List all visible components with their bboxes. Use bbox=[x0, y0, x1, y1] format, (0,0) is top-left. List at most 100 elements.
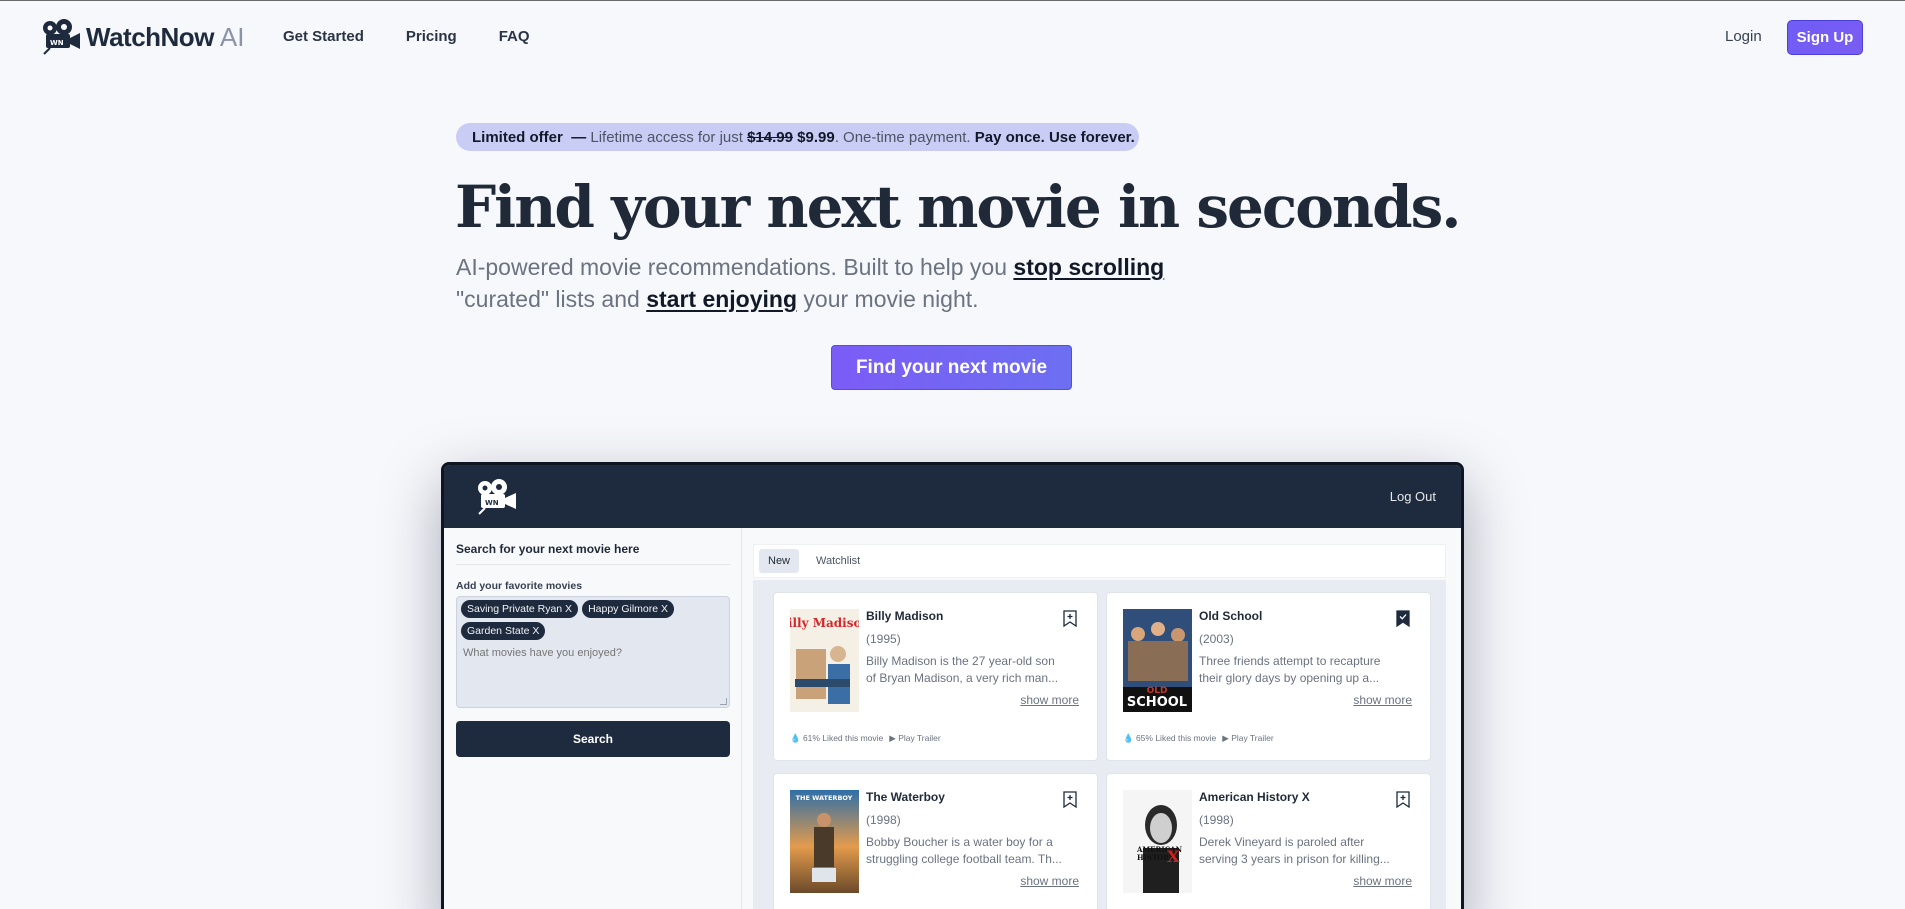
offer-new-price: $9.99 bbox=[797, 128, 835, 146]
movie-description: Derek Vineyard is paroled after serving … bbox=[1199, 834, 1412, 868]
tab-new[interactable]: New bbox=[759, 549, 800, 573]
hero-sub-emphasis-1: stop scrolling bbox=[1013, 254, 1165, 280]
movie-year: (1998) bbox=[866, 813, 901, 827]
trailer-text: Play Trailer bbox=[1231, 733, 1274, 743]
brand-name: WatchNow bbox=[86, 21, 214, 52]
movie-title: Old School bbox=[1199, 609, 1263, 623]
find-movie-button[interactable]: Find your next movie bbox=[831, 345, 1072, 390]
show-more-link[interactable]: show more bbox=[1020, 874, 1079, 888]
svg-text:WN: WN bbox=[485, 499, 499, 507]
movie-chip[interactable]: Garden State X bbox=[461, 622, 546, 640]
movie-poster[interactable]: THE WATERBOY bbox=[790, 790, 859, 893]
tab-watchlist[interactable]: Watchlist bbox=[807, 549, 869, 573]
movie-card: SCHOOL OLD Old School (2003) Three frien… bbox=[1106, 592, 1431, 761]
svg-text:WN: WN bbox=[50, 39, 64, 47]
nav-link-faq[interactable]: FAQ bbox=[499, 28, 530, 45]
brand-suffix: AI bbox=[219, 21, 245, 52]
movie-meta: 💧 65% Liked this movie ▶ Play Trailer bbox=[1123, 733, 1274, 744]
movie-poster[interactable]: Billy Madison bbox=[790, 609, 859, 712]
bookmark-saved-icon[interactable] bbox=[1396, 610, 1410, 627]
play-trailer-link[interactable]: ▶ Play Trailer bbox=[1222, 733, 1273, 744]
offer-text-2: . One-time payment. bbox=[834, 128, 971, 146]
movie-description: Bobby Boucher is a water boy for a strug… bbox=[866, 834, 1079, 868]
movie-year: (2003) bbox=[1199, 632, 1234, 646]
hero-subheadline: AI-powered movie recommendations. Built … bbox=[456, 251, 1256, 315]
movie-card: AMERICAN HISTORY X American History X (1… bbox=[1106, 773, 1431, 909]
movie-year: (1998) bbox=[1199, 813, 1234, 827]
login-link[interactable]: Login bbox=[1725, 28, 1762, 45]
search-button[interactable]: Search bbox=[456, 721, 730, 757]
movie-card: Billy Madison Billy Madison (1995) Billy… bbox=[773, 592, 1098, 761]
nav-link-pricing[interactable]: Pricing bbox=[406, 28, 457, 45]
description-line: struggling college football team. Th... bbox=[866, 852, 1062, 866]
movie-poster[interactable]: AMERICAN HISTORY X bbox=[1123, 790, 1192, 893]
liked-stat: 💧 61% Liked this movie bbox=[790, 733, 884, 743]
top-nav: WN WatchNow AI Get Started Pricing FAQ L… bbox=[0, 1, 1905, 75]
description-line: Billy Madison is the 27 year-old son bbox=[866, 654, 1055, 668]
movie-title: Billy Madison bbox=[866, 609, 944, 623]
hero-sub-text-1: AI-powered movie recommendations. Built … bbox=[456, 254, 1008, 280]
offer-old-price: $14.99 bbox=[747, 128, 793, 146]
description-line: Derek Vineyard is paroled after bbox=[1199, 835, 1365, 849]
logout-button[interactable]: Log Out bbox=[1390, 489, 1436, 504]
movie-meta: 💧 61% Liked this movie ▶ Play Trailer bbox=[790, 733, 941, 744]
liked-stat: 💧 65% Liked this movie bbox=[1123, 733, 1217, 743]
movie-description: Three friends attempt to recapture their… bbox=[1199, 653, 1412, 687]
brand-logo[interactable]: WN WatchNow AI bbox=[40, 19, 245, 55]
movie-card: THE WATERBOY The Waterboy (1998) Bobby B… bbox=[773, 773, 1098, 909]
resize-handle[interactable] bbox=[720, 698, 727, 705]
svg-text:SCHOOL: SCHOOL bbox=[1127, 695, 1187, 710]
offer-tail: Pay once. Use forever. bbox=[974, 128, 1135, 146]
svg-text:X: X bbox=[1167, 847, 1180, 866]
hero-headline: Find your next movie in seconds. bbox=[455, 173, 1461, 241]
signup-button[interactable]: Sign Up bbox=[1787, 20, 1863, 55]
movie-year: (1995) bbox=[866, 632, 901, 646]
film-camera-icon: WN bbox=[478, 479, 516, 515]
film-camera-icon: WN bbox=[43, 19, 80, 55]
offer-banner: Limited offer — Lifetime access for just… bbox=[456, 123, 1139, 151]
results-panel: New Watchlist Billy Madison Billy Madiso… bbox=[743, 528, 1461, 909]
divider bbox=[456, 564, 730, 565]
play-trailer-link[interactable]: ▶ Play Trailer bbox=[889, 733, 940, 744]
description-line: of Bryan Madison, a very rich man... bbox=[866, 671, 1059, 685]
offer-text: Lifetime access for just bbox=[590, 128, 743, 146]
description-line: their glory days by opening up a... bbox=[1199, 671, 1380, 685]
hero-sub-text-2: "curated" lists and bbox=[456, 286, 640, 312]
svg-text:Billy Madison: Billy Madison bbox=[790, 616, 859, 630]
app-preview: WN Log Out Search for your next movie he… bbox=[441, 462, 1464, 909]
nav-link-get-started[interactable]: Get Started bbox=[283, 28, 364, 45]
trailer-text: Play Trailer bbox=[898, 733, 941, 743]
movie-title: American History X bbox=[1199, 790, 1310, 804]
offer-lead: Limited offer bbox=[472, 128, 563, 146]
nav-links: Get Started Pricing FAQ bbox=[283, 28, 572, 45]
show-more-link[interactable]: show more bbox=[1353, 874, 1412, 888]
movie-title: The Waterboy bbox=[866, 790, 945, 804]
movie-chip[interactable]: Happy Gilmore X bbox=[582, 600, 675, 618]
bookmark-add-icon[interactable] bbox=[1063, 791, 1077, 808]
liked-text: 61% Liked this movie bbox=[802, 733, 884, 743]
search-sidebar: Search for your next movie here Add your… bbox=[444, 528, 742, 909]
favorites-label: Add your favorite movies bbox=[456, 580, 583, 592]
svg-text:OLD: OLD bbox=[1147, 686, 1168, 696]
bookmark-add-icon[interactable] bbox=[1396, 791, 1410, 808]
liked-text: 65% Liked this movie bbox=[1135, 733, 1217, 743]
description-line: serving 3 years in prison for killing... bbox=[1199, 852, 1390, 866]
description-line: Bobby Boucher is a water boy for a bbox=[866, 835, 1053, 849]
movie-chip[interactable]: Saving Private Ryan X bbox=[461, 600, 579, 618]
hero-sub-text-3: your movie night. bbox=[803, 286, 979, 312]
svg-text:THE WATERBOY: THE WATERBOY bbox=[796, 794, 853, 802]
sidebar-title: Search for your next movie here bbox=[456, 542, 640, 556]
hero-sub-emphasis-2: start enjoying bbox=[646, 286, 798, 312]
movie-description: Billy Madison is the 27 year-old son of … bbox=[866, 653, 1079, 687]
show-more-link[interactable]: show more bbox=[1353, 693, 1412, 707]
movie-poster[interactable]: SCHOOL OLD bbox=[1123, 609, 1192, 712]
app-header: WN Log Out bbox=[444, 465, 1461, 528]
results-grid: Billy Madison Billy Madison (1995) Billy… bbox=[753, 580, 1446, 909]
description-line: Three friends attempt to recapture bbox=[1199, 654, 1381, 668]
results-tabs: New Watchlist bbox=[753, 544, 1446, 578]
movie-search-input[interactable] bbox=[463, 647, 713, 659]
show-more-link[interactable]: show more bbox=[1020, 693, 1079, 707]
bookmark-add-icon[interactable] bbox=[1063, 610, 1077, 627]
favorite-movies-field[interactable]: Saving Private Ryan X Happy Gilmore X Ga… bbox=[456, 596, 730, 708]
offer-dash: — bbox=[571, 128, 587, 146]
